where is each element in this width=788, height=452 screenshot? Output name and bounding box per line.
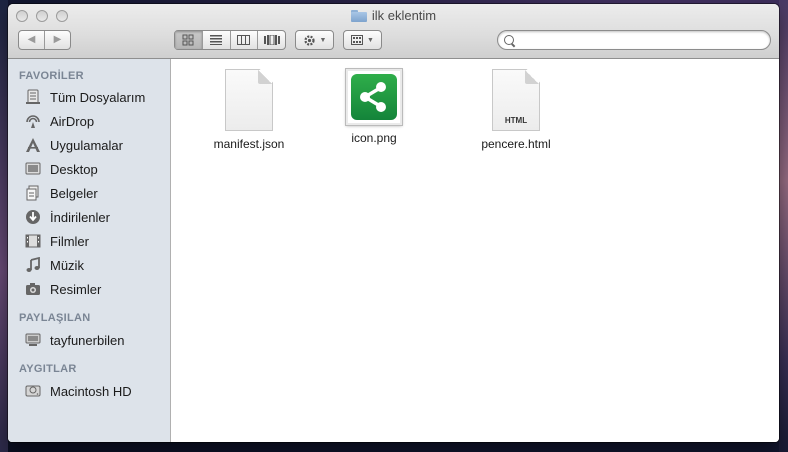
gear-icon	[303, 34, 315, 46]
shared-computer-icon	[24, 331, 42, 349]
hard-disk-icon	[24, 382, 42, 400]
arrange-icon	[351, 35, 364, 45]
desktop-icon	[24, 160, 42, 178]
view-mode-control	[174, 30, 286, 50]
finder-window: ilk eklentim ◀ ▶ ▼ ▼ FAVORİLER Tüm Dosya…	[8, 4, 779, 442]
movies-icon	[24, 232, 42, 250]
sidebar-item-label: Filmler	[50, 233, 89, 249]
file-browser: manifest.json icon.png HTML pencere.html	[171, 59, 779, 442]
file-item-pencere[interactable]: HTML pencere.html	[466, 69, 566, 151]
applications-icon	[24, 136, 42, 154]
search-icon	[504, 35, 514, 45]
back-forward-control: ◀ ▶	[18, 30, 71, 50]
column-view-button[interactable]	[231, 31, 259, 49]
coverflow-view-button[interactable]	[258, 31, 285, 49]
downloads-icon	[24, 208, 42, 226]
icon-view-icon	[182, 34, 194, 46]
file-item-icon-png[interactable]: icon.png	[324, 69, 424, 145]
back-button[interactable]: ◀	[19, 31, 44, 49]
file-name: icon.png	[351, 131, 397, 145]
list-view-button[interactable]	[203, 31, 231, 49]
sidebar-item-label: Müzik	[50, 257, 84, 273]
arrange-menu-button[interactable]: ▼	[343, 30, 382, 50]
sidebar-item-label: tayfunerbilen	[50, 332, 125, 348]
window-title: ilk eklentim	[371, 8, 437, 23]
sidebar-item-all-files[interactable]: Tüm Dosyalarım	[24, 86, 145, 108]
file-item-manifest[interactable]: manifest.json	[199, 69, 299, 151]
column-view-icon	[237, 35, 251, 45]
sidebar-item-label: Belgeler	[50, 185, 98, 201]
json-file-icon	[225, 69, 273, 131]
music-icon	[24, 256, 42, 274]
sidebar-item-tayfunerbilen[interactable]: tayfunerbilen	[24, 329, 124, 351]
sidebar-section-shared: PAYLAŞILAN	[19, 312, 91, 324]
sidebar-item-downloads[interactable]: İndirilenler	[24, 206, 110, 228]
search-input[interactable]	[518, 33, 767, 49]
desktop-left-edge	[0, 0, 8, 452]
png-file-thumbnail	[346, 69, 402, 125]
list-view-icon	[210, 35, 223, 45]
window-title-bar: ilk eklentim	[8, 8, 779, 23]
file-name: pencere.html	[481, 137, 551, 151]
file-name: manifest.json	[213, 137, 285, 151]
sidebar-item-label: AirDrop	[50, 113, 95, 129]
sidebar-item-applications[interactable]: Uygulamalar	[24, 134, 123, 156]
pictures-icon	[24, 280, 42, 298]
search-field[interactable]	[497, 30, 771, 50]
file-type-tag: HTML	[504, 116, 528, 125]
sidebar-item-airdrop[interactable]: AirDrop	[24, 110, 94, 132]
sidebar-item-macintosh-hd[interactable]: Macintosh HD	[24, 380, 132, 402]
sidebar-section-favorites: FAVORİLER	[19, 70, 84, 82]
sidebar-item-label: Resimler	[50, 281, 102, 297]
sidebar: FAVORİLER Tüm Dosyalarım AirDrop Uygulam…	[8, 59, 171, 442]
documents-icon	[24, 184, 42, 202]
html-file-icon: HTML	[492, 69, 540, 131]
desktop-right-edge	[779, 0, 788, 452]
folder-icon	[350, 9, 367, 22]
share-icon	[360, 82, 386, 112]
sidebar-item-desktop[interactable]: Desktop	[24, 158, 98, 180]
all-files-icon	[24, 88, 42, 106]
sidebar-item-music[interactable]: Müzik	[24, 254, 84, 276]
coverflow-view-icon	[263, 35, 280, 45]
action-menu-button[interactable]: ▼	[295, 30, 334, 50]
sidebar-item-label: Macintosh HD	[50, 383, 132, 399]
sidebar-item-label: Uygulamalar	[50, 137, 123, 153]
forward-button[interactable]: ▶	[45, 31, 70, 49]
airdrop-icon	[24, 112, 42, 130]
sidebar-item-pictures[interactable]: Resimler	[24, 278, 101, 300]
sidebar-item-label: Desktop	[50, 161, 98, 177]
toolbar: ilk eklentim ◀ ▶ ▼ ▼	[8, 4, 779, 59]
chevron-down-icon: ▼	[367, 36, 374, 44]
sidebar-item-movies[interactable]: Filmler	[24, 230, 89, 252]
sidebar-item-label: Tüm Dosyalarım	[50, 89, 146, 105]
sidebar-item-documents[interactable]: Belgeler	[24, 182, 98, 204]
chevron-down-icon: ▼	[319, 36, 327, 44]
sidebar-item-label: İndirilenler	[50, 209, 110, 225]
sidebar-section-devices: AYGITLAR	[19, 363, 77, 375]
icon-view-button[interactable]	[175, 31, 203, 49]
